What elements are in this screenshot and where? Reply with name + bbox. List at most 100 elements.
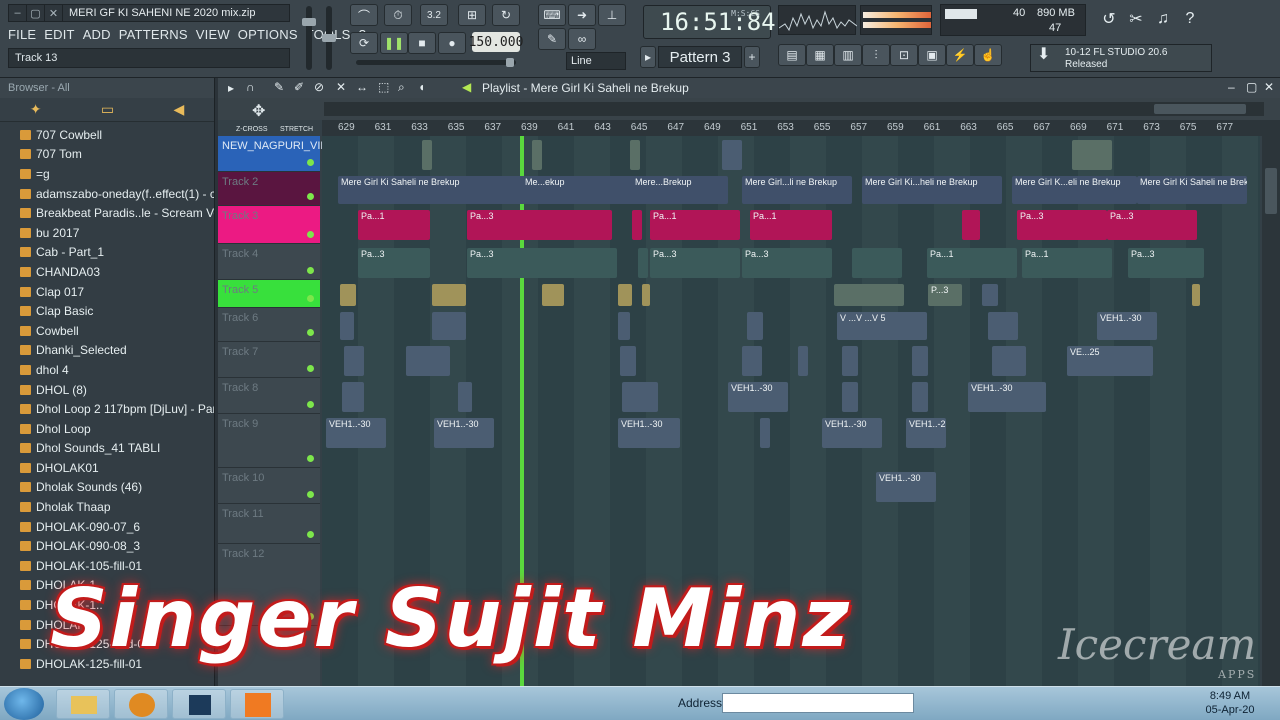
- playlist-clip[interactable]: Pa...3: [1128, 248, 1204, 278]
- track-header[interactable]: Track 10: [218, 468, 320, 504]
- playlist-menu-icon[interactable]: ▸: [228, 81, 234, 95]
- playlist-clip[interactable]: Mere Girl Ki Saheli ne Brekup: [1137, 176, 1247, 204]
- loop-icon[interactable]: ⟳: [350, 32, 378, 54]
- track-enable-icon[interactable]: [307, 159, 314, 166]
- arrow-icon[interactable]: ➜: [568, 4, 596, 26]
- playlist-clip[interactable]: [982, 284, 998, 306]
- playlist-clip[interactable]: [542, 284, 564, 306]
- playlist-clip[interactable]: [632, 210, 642, 240]
- playlist-clip[interactable]: [342, 382, 364, 412]
- browser-item[interactable]: bu 2017: [0, 223, 214, 243]
- playlist-clip[interactable]: Pa...3: [467, 248, 617, 278]
- metronome-icon[interactable]: ⏱: [384, 4, 412, 26]
- track-enable-icon[interactable]: [307, 295, 314, 302]
- track-header[interactable]: NEW_NAGPURI_VIDE..: [218, 136, 342, 172]
- news-panel[interactable]: ⬇ 10-12 FL STUDIO 20.6 Released: [1030, 44, 1212, 72]
- song-mode-icon[interactable]: ⌒: [350, 4, 378, 26]
- menu-patterns[interactable]: PATTERNS: [119, 27, 188, 42]
- browser-item[interactable]: 707 Cowbell: [0, 125, 214, 145]
- playlist-clip[interactable]: VE...25: [1067, 346, 1153, 376]
- browser-item[interactable]: DHOLAK-090-08_3: [0, 536, 214, 556]
- playlist-clip[interactable]: Pa...3: [358, 248, 430, 278]
- countdown-icon[interactable]: 3.2: [420, 4, 448, 26]
- clock[interactable]: 8:49 AM 05-Apr-20: [1200, 689, 1260, 717]
- playlist-clip[interactable]: [747, 312, 763, 340]
- playlist-clip[interactable]: Mere Girl K...eli ne Brekup: [1012, 176, 1137, 204]
- playlist-clip[interactable]: Mere...Brekup: [632, 176, 722, 204]
- step-edit-icon[interactable]: ⊞: [458, 4, 486, 26]
- address-bar[interactable]: [722, 693, 914, 713]
- playlist-clip[interactable]: V ...V ...V 5: [837, 312, 927, 340]
- browser-item[interactable]: Clap 017: [0, 282, 214, 302]
- playlist-clip[interactable]: [842, 346, 858, 376]
- playlist-clip[interactable]: Pa...1: [927, 248, 1017, 278]
- scroll-thumb[interactable]: [1154, 104, 1246, 114]
- explorer-task-icon[interactable]: [56, 689, 110, 719]
- track-enable-icon[interactable]: [307, 193, 314, 200]
- playlist-window-icon[interactable]: ▤: [778, 44, 806, 66]
- video-task-icon[interactable]: [172, 689, 226, 719]
- playlist-clip[interactable]: [642, 284, 650, 306]
- playlist-clip[interactable]: Pa...3: [1017, 210, 1107, 240]
- loop-record-icon[interactable]: ↻: [492, 4, 520, 26]
- mute-tool-icon[interactable]: ✕: [336, 80, 346, 94]
- playlist-clip[interactable]: [406, 346, 450, 376]
- magnet-icon[interactable]: ∩: [246, 80, 255, 94]
- menu-file[interactable]: FILE: [8, 27, 36, 42]
- slip-tool-icon[interactable]: ↔: [356, 80, 368, 94]
- master-pitch-slider[interactable]: [322, 6, 336, 70]
- playlist-clip[interactable]: Pa...3: [650, 248, 740, 278]
- playlist-clip[interactable]: VEH1..-30: [876, 472, 936, 502]
- track-enable-icon[interactable]: [307, 329, 314, 336]
- time-display[interactable]: 16:51:84 M:S:CS: [643, 5, 776, 39]
- track-header[interactable]: Track 11: [218, 504, 320, 544]
- paint-tool-icon[interactable]: ✐: [294, 80, 304, 94]
- playlist-clip[interactable]: [760, 418, 770, 448]
- track-header[interactable]: Track 8: [218, 378, 320, 414]
- time-ruler[interactable]: 629 631 633 635 637 639 641 643 645 647 649 651 653 6…: [322, 120, 1262, 136]
- playlist-clip[interactable]: Pa...1: [750, 210, 832, 240]
- playlist-clip[interactable]: Mere Girl...li ne Brekup: [742, 176, 852, 204]
- channel-rack-icon[interactable]: ▥: [834, 44, 862, 66]
- minimize-icon[interactable]: –: [9, 5, 27, 21]
- playlist-clip[interactable]: Pa...3: [467, 210, 612, 240]
- track-header[interactable]: Track 6: [218, 308, 320, 342]
- playlist-clip[interactable]: [622, 382, 658, 412]
- zoom-tool-icon[interactable]: ⌕: [398, 80, 405, 95]
- browser-item[interactable]: Dholak Thaap: [0, 497, 214, 517]
- playlist-clip[interactable]: Mere Girl Ki...heli ne Brekup: [862, 176, 1002, 204]
- playlist-clip[interactable]: [852, 248, 902, 278]
- browser-item[interactable]: Cowbell: [0, 321, 214, 341]
- playlist-clip[interactable]: VEH1..-30: [728, 382, 788, 412]
- pause-button[interactable]: ❚❚: [380, 32, 408, 54]
- piano-roll-icon[interactable]: ▦: [806, 44, 834, 66]
- playlist-clip[interactable]: VEH1..-30: [434, 418, 494, 448]
- playlist-clip[interactable]: [1192, 284, 1200, 306]
- track-header[interactable]: Track 7: [218, 342, 320, 378]
- help-icon[interactable]: ?: [1178, 6, 1202, 32]
- track-enable-icon[interactable]: [307, 267, 314, 274]
- playlist-clip[interactable]: VEH1..-30: [968, 382, 1046, 412]
- playlist-clip[interactable]: [344, 346, 364, 376]
- touch-controller-icon[interactable]: ☝: [974, 44, 1002, 66]
- playlist-close-icon[interactable]: ✕: [1264, 80, 1274, 94]
- playlist-clip[interactable]: [842, 382, 858, 412]
- delete-tool-icon[interactable]: ⊘: [314, 80, 324, 94]
- track-header[interactable]: Track 9: [218, 414, 320, 468]
- playlist-clip[interactable]: Pa...3: [742, 248, 832, 278]
- playlist-clip[interactable]: [962, 210, 980, 240]
- browser-item[interactable]: dhol 4: [0, 360, 214, 380]
- playlist-clip[interactable]: VEH1..-30: [326, 418, 386, 448]
- browser-item[interactable]: DHOLAK01: [0, 458, 214, 478]
- playlist-clip[interactable]: [432, 284, 466, 306]
- horizontal-scrollbar[interactable]: [324, 102, 1264, 116]
- browser-item[interactable]: Dhol Loop 2 117bpm [DjLuv] - Part_1: [0, 399, 214, 419]
- browser-speaker-icon[interactable]: ◀: [173, 101, 184, 118]
- vertical-scrollbar[interactable]: [1262, 120, 1280, 686]
- playback-tool-icon[interactable]: ◖: [418, 80, 425, 94]
- recorder-task-icon[interactable]: [230, 689, 284, 719]
- undo-icon[interactable]: ↺: [1097, 6, 1121, 32]
- tempo-display[interactable]: 150.000: [469, 32, 523, 52]
- playlist-clip[interactable]: [912, 382, 928, 412]
- playlist-clip[interactable]: Pa...1: [1022, 248, 1112, 278]
